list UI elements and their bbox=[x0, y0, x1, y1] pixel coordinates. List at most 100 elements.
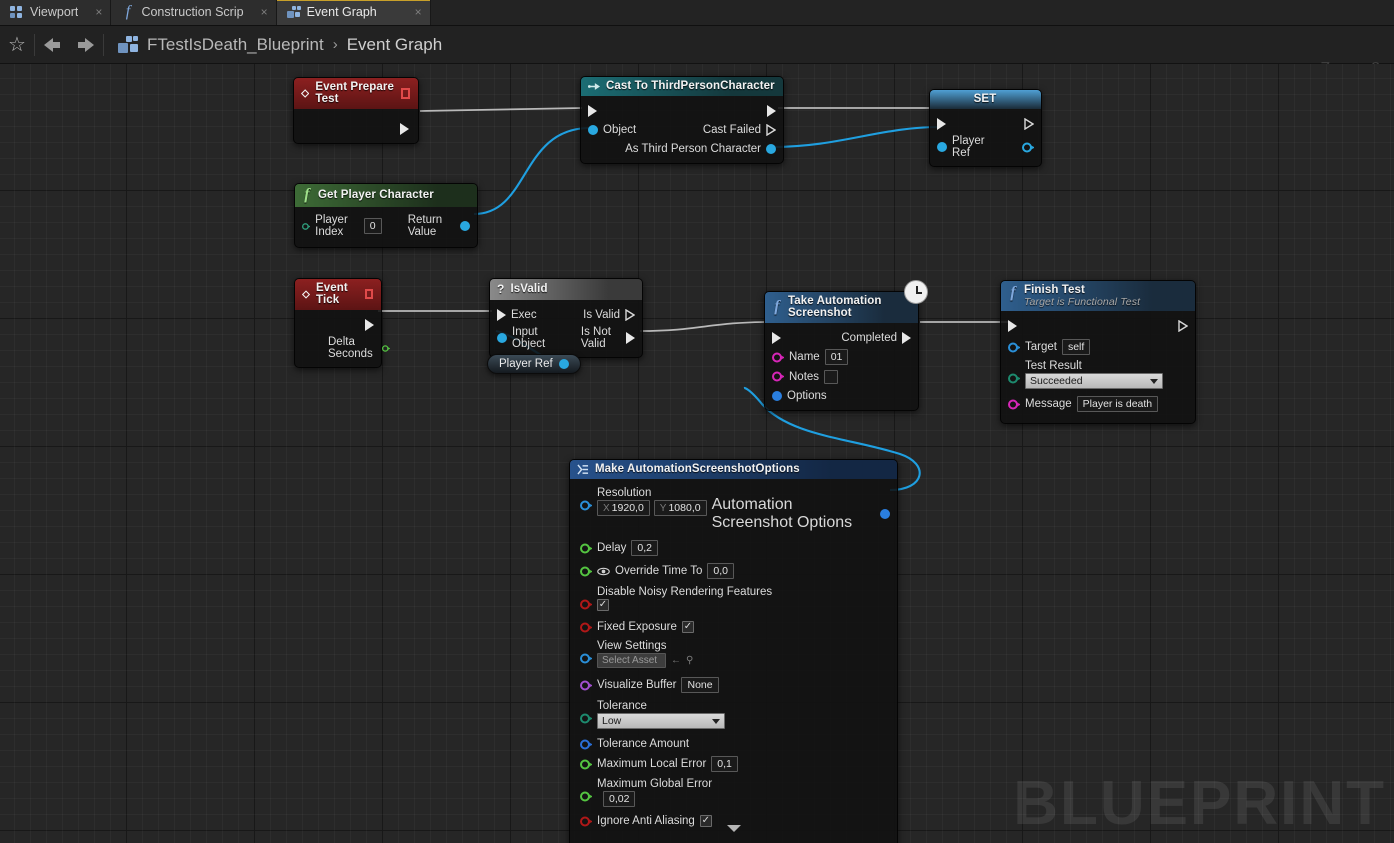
input-object-pin[interactable] bbox=[497, 333, 507, 343]
ignore-anti-aliasing-input-pin[interactable] bbox=[580, 816, 592, 827]
node-get-player-character[interactable]: f Get Player Character Player Index 0 Re… bbox=[294, 183, 478, 248]
exec-input-pin[interactable] bbox=[588, 105, 597, 117]
view-settings-input-pin[interactable] bbox=[580, 653, 592, 664]
resolution-x-input[interactable]: X1920,0 bbox=[597, 500, 650, 516]
back-button[interactable] bbox=[35, 26, 69, 64]
delta-seconds-output-pin[interactable] bbox=[382, 343, 390, 354]
tolerance-input-pin[interactable] bbox=[580, 713, 592, 724]
node-event-prepare-test[interactable]: Event Prepare Test bbox=[293, 77, 419, 144]
ignore-anti-aliasing-checkbox[interactable]: ✓ bbox=[700, 815, 712, 827]
exec-output-pin-hollow[interactable] bbox=[1178, 320, 1188, 332]
player-ref-input-pin[interactable] bbox=[937, 142, 947, 152]
exec-output-pin[interactable] bbox=[365, 319, 374, 331]
node-player-ref-variable[interactable]: Player Ref bbox=[487, 354, 581, 374]
browse-asset-icon[interactable]: ⚲ bbox=[686, 655, 693, 666]
player-index-input-pin[interactable] bbox=[302, 221, 310, 232]
node-body: Resolution X1920,0 Y1080,0 Automation Sc… bbox=[570, 479, 897, 834]
exec-input-pin[interactable] bbox=[772, 332, 781, 344]
fixed-exposure-checkbox[interactable]: ✓ bbox=[682, 621, 694, 633]
resolution-input-pin[interactable] bbox=[580, 500, 592, 511]
tab-viewport[interactable]: Viewport × bbox=[0, 0, 111, 25]
eye-icon[interactable] bbox=[597, 567, 610, 576]
blueprint-watermark: BLUEPRINT bbox=[1013, 768, 1386, 839]
node-set-player-ref[interactable]: SET Player Ref bbox=[929, 89, 1042, 167]
player-index-input[interactable]: 0 bbox=[364, 218, 382, 234]
max-local-error-input[interactable]: 0,1 bbox=[711, 756, 738, 772]
exec-input-pin[interactable] bbox=[1008, 320, 1017, 332]
chevron-down-icon[interactable] bbox=[727, 825, 741, 832]
name-input-pin[interactable] bbox=[772, 352, 784, 363]
fixed-exposure-input-pin[interactable] bbox=[580, 622, 592, 633]
tab-event-graph[interactable]: Event Graph × bbox=[277, 0, 431, 25]
exec-output-pin[interactable] bbox=[400, 123, 409, 135]
close-icon[interactable]: × bbox=[251, 6, 268, 18]
tab-construction-script[interactable]: f Construction Scrip × bbox=[111, 0, 276, 25]
delay-input-pin[interactable] bbox=[580, 543, 592, 554]
node-finish-test[interactable]: f Finish Test Target is Functional Test bbox=[1000, 280, 1196, 424]
exec-output-pin[interactable] bbox=[902, 332, 911, 344]
exec-output-pin[interactable] bbox=[767, 105, 776, 117]
tolerance-amount-input-pin[interactable] bbox=[580, 739, 592, 750]
max-local-error-input-pin[interactable] bbox=[580, 759, 592, 770]
message-input[interactable]: Player is death bbox=[1077, 396, 1158, 412]
resolution-fields: X1920,0 Y1080,0 bbox=[597, 500, 707, 516]
node-isvalid[interactable]: ? IsValid Exec Is Valid Input O bbox=[489, 278, 643, 358]
red-square-icon[interactable] bbox=[401, 88, 410, 99]
object-input-pin[interactable] bbox=[588, 125, 598, 135]
breadcrumb-current[interactable]: Event Graph bbox=[347, 35, 442, 55]
exec-output-pin-hollow[interactable] bbox=[1024, 118, 1034, 130]
view-settings-asset-picker[interactable]: Select Asset bbox=[597, 653, 666, 668]
exec-output-pin[interactable] bbox=[626, 332, 635, 344]
disable-noisy-checkbox[interactable]: ✓ bbox=[597, 599, 609, 611]
tolerance-value: Low bbox=[602, 715, 621, 727]
visualize-buffer-input[interactable]: None bbox=[681, 677, 718, 693]
test-result-value: Succeeded bbox=[1030, 375, 1083, 387]
exec-input-pin[interactable] bbox=[497, 309, 506, 321]
exec-output-pin-hollow[interactable] bbox=[625, 309, 635, 321]
node-event-tick[interactable]: Event Tick Delta Seconds bbox=[294, 278, 382, 368]
return-value-output-pin[interactable] bbox=[460, 221, 470, 231]
override-time-input[interactable]: 0,0 bbox=[707, 563, 734, 579]
test-result-input-pin[interactable] bbox=[1008, 373, 1020, 384]
close-icon[interactable]: × bbox=[405, 6, 422, 18]
test-result-dropdown[interactable]: Succeeded bbox=[1025, 373, 1163, 389]
notes-input-pin[interactable] bbox=[772, 371, 784, 382]
target-input[interactable]: self bbox=[1062, 339, 1090, 355]
exec-output-pin-hollow[interactable] bbox=[766, 124, 776, 136]
node-make-automation-screenshot-options[interactable]: Make AutomationScreenshotOptions Resolut… bbox=[569, 459, 898, 843]
forward-button[interactable] bbox=[69, 26, 103, 64]
tab-label: Event Graph bbox=[307, 5, 377, 19]
favorite-button[interactable]: ☆ bbox=[0, 26, 34, 64]
red-square-icon[interactable] bbox=[365, 289, 373, 299]
node-take-automation-screenshot[interactable]: f Take Automation Screenshot Completed N… bbox=[764, 291, 919, 411]
node-cast-to-third-person-character[interactable]: Cast To ThirdPersonCharacter Object Cast… bbox=[580, 76, 784, 164]
name-input[interactable]: 01 bbox=[825, 349, 849, 365]
event-graph-icon bbox=[287, 6, 300, 18]
node-subtitle: Target is Functional Test bbox=[1024, 296, 1140, 308]
breadcrumb-toolbar: ☆ FTestIsDeath_Blueprint › Event Graph Z… bbox=[0, 26, 1394, 64]
player-ref-output-pin[interactable] bbox=[1022, 142, 1034, 153]
as-character-output-pin[interactable] bbox=[766, 144, 776, 154]
pin-label: Delta Seconds bbox=[328, 336, 377, 360]
max-global-error-input-pin[interactable] bbox=[580, 791, 592, 802]
target-input-pin[interactable] bbox=[1008, 342, 1020, 353]
visualize-buffer-input-pin[interactable] bbox=[580, 680, 592, 691]
options-input-pin[interactable] bbox=[772, 391, 782, 401]
use-selected-asset-icon[interactable]: ← bbox=[671, 655, 681, 666]
notes-input[interactable] bbox=[824, 370, 838, 384]
close-icon[interactable]: × bbox=[85, 6, 102, 18]
player-ref-output-pin[interactable] bbox=[559, 359, 569, 369]
max-global-error-input[interactable]: 0,02 bbox=[603, 791, 635, 807]
breadcrumb-root[interactable]: FTestIsDeath_Blueprint bbox=[147, 35, 324, 55]
automation-options-output-pin[interactable] bbox=[880, 509, 890, 519]
event-diamond-icon bbox=[301, 88, 309, 99]
arrow-left-icon bbox=[44, 38, 60, 52]
disable-noisy-input-pin[interactable] bbox=[580, 599, 592, 610]
event-graph-canvas[interactable]: BLUEPRINT Event Prepare Test bbox=[0, 64, 1394, 843]
tolerance-dropdown[interactable]: Low bbox=[597, 713, 725, 729]
override-time-input-pin[interactable] bbox=[580, 566, 592, 577]
delay-input[interactable]: 0,2 bbox=[631, 540, 658, 556]
message-input-pin[interactable] bbox=[1008, 399, 1020, 410]
resolution-y-input[interactable]: Y1080,0 bbox=[654, 500, 707, 516]
exec-input-pin[interactable] bbox=[937, 118, 946, 130]
